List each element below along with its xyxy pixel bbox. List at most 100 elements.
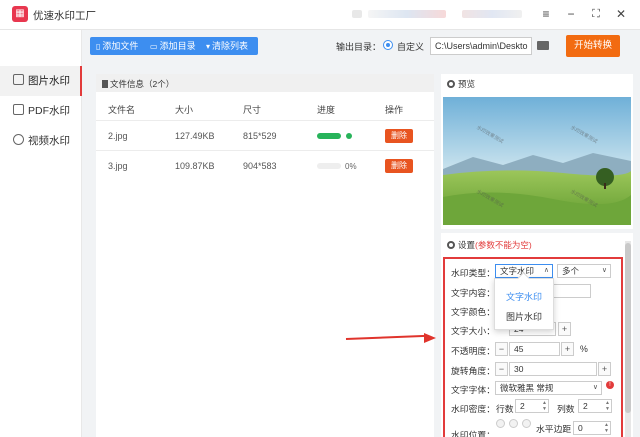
rotation-increase-button[interactable]: + [598, 362, 611, 376]
folder-icon: ▭ [150, 42, 158, 51]
maximize-icon[interactable]: ⛶ [587, 5, 605, 23]
blurred-banner [368, 10, 446, 18]
dropdown-option-image[interactable]: 图片水印 [495, 307, 553, 327]
file-dimensions: 815*529 [243, 131, 277, 141]
preview-image: 水印效果测试 水印效果测试 水印效果测试 水印效果测试 [443, 97, 631, 225]
file-icon: ▯ [96, 42, 101, 51]
density-label: 水印密度： [451, 404, 495, 414]
position-option[interactable] [522, 419, 531, 428]
watermark-type-label: 水印类型： [451, 268, 495, 278]
video-icon [13, 134, 24, 145]
settings-warning: (参数不能为空) [475, 240, 532, 250]
opacity-increase-button[interactable]: + [561, 342, 574, 356]
landscape-image [443, 97, 631, 225]
column-header: 操作 [385, 105, 404, 115]
preview-title: 预览 [458, 79, 476, 89]
text-content-input[interactable] [553, 284, 591, 298]
spinner-icon: ▲ ▼ [605, 400, 610, 412]
file-size: 127.49KB [175, 131, 215, 141]
add-directory-label: 添加目录 [159, 41, 196, 51]
add-file-label: 添加文件 [102, 41, 139, 51]
spinner-icon: ▲ ▼ [604, 422, 609, 434]
table-row[interactable]: 2.jpg 127.49KB 815*529 删除 [96, 120, 434, 150]
chevron-down-icon: ∨ [601, 267, 607, 274]
cols-label: 列数 [557, 404, 575, 414]
watermark-type-dropdown: 文字水印 图片水印 [494, 278, 554, 330]
rotation-decrease-button[interactable]: − [495, 362, 508, 376]
menu-icon[interactable]: ≡ [537, 5, 555, 23]
font-label: 文字字体： [451, 385, 495, 395]
gear-icon [447, 241, 455, 249]
spinner-icon: ▲ ▼ [542, 400, 547, 412]
delete-button[interactable]: 删除 [385, 129, 413, 143]
file-dimensions: 904*583 [243, 161, 277, 171]
margin-input[interactable]: 0 ▲ ▼ [573, 421, 611, 435]
position-option[interactable] [509, 419, 518, 428]
text-content-label: 文字内容： [451, 288, 495, 298]
app-title: 优速水印工厂 [33, 10, 96, 22]
size-increase-button[interactable]: + [558, 322, 571, 336]
chevron-up-icon: ∧ [543, 267, 549, 274]
rotation-label: 旋转角度： [451, 366, 495, 376]
app-logo-icon: ▦ [12, 6, 28, 22]
text-color-label: 文字颜色： [451, 307, 495, 317]
position-option[interactable] [496, 419, 505, 428]
close-icon[interactable]: ✕ [612, 5, 630, 23]
watermark-mode-select[interactable]: 多个 ∨ [557, 264, 611, 278]
rows-label: 行数 [496, 404, 514, 414]
annotation-arrow-head [424, 333, 436, 343]
file-size: 109.87KB [175, 161, 215, 171]
rotation-input[interactable]: 30 [509, 362, 597, 376]
settings-header: 设置(参数不能为空) [447, 239, 532, 251]
cols-input[interactable]: 2 ▲ ▼ [578, 399, 612, 413]
opacity-unit: % [580, 344, 588, 354]
dropdown-option-text[interactable]: 文字水印 [495, 287, 553, 307]
add-directory-button[interactable]: ▭ 添加目录 [150, 37, 196, 55]
minimize-icon[interactable]: − [562, 5, 580, 23]
opacity-label: 不透明度： [451, 346, 495, 356]
image-icon [13, 74, 24, 85]
custom-dir-label: 自定义 [397, 42, 425, 52]
info-icon[interactable]: ! [606, 381, 614, 389]
opacity-input[interactable]: 45 [509, 342, 560, 356]
trash-icon: ▾ [206, 42, 211, 51]
output-dir-label: 输出目录： [336, 42, 382, 52]
sidebar-item-image-watermark[interactable]: 图片水印 [0, 66, 82, 96]
font-value: 微软雅黑 常规 [500, 383, 554, 393]
custom-dir-radio[interactable] [383, 40, 393, 50]
font-select[interactable]: 微软雅黑 常规 ∨ [495, 381, 602, 395]
sidebar: 图片水印 PDF水印 视频水印 [0, 30, 82, 437]
title-bar: ▦ 优速水印工厂 ≡ − ⛶ ✕ [0, 0, 640, 30]
scrollbar-thumb[interactable] [625, 243, 631, 413]
sidebar-item-video-watermark[interactable]: 视频水印 [0, 126, 82, 156]
output-path-input[interactable]: C:\Users\admin\Deskto [430, 37, 532, 55]
toolbar: ▯ 添加文件 ▭ 添加目录 ▾ 清除列表 [90, 37, 258, 55]
progress-fill [317, 133, 341, 139]
watermark-mode-value: 多个 [562, 266, 580, 276]
add-file-button[interactable]: ▯ 添加文件 [96, 37, 138, 55]
delete-button[interactable]: 删除 [385, 159, 413, 173]
preview-header: 预览 [447, 78, 475, 90]
settings-scrollbar[interactable] [625, 241, 631, 437]
blurred-banner [462, 10, 522, 18]
chevron-down-icon: ∨ [592, 384, 598, 391]
pdf-icon [13, 104, 24, 115]
column-header: 大小 [175, 105, 194, 115]
clear-list-button[interactable]: ▾ 清除列表 [206, 37, 248, 55]
rows-input[interactable]: 2 ▲ ▼ [515, 399, 549, 413]
sidebar-item-label: 视频水印 [28, 135, 70, 147]
settings-title: 设置 [458, 240, 476, 250]
file-panel-title: 文件信息（2个） [110, 79, 175, 89]
browse-folder-icon[interactable] [537, 41, 549, 50]
sidebar-item-pdf-watermark[interactable]: PDF水印 [0, 96, 82, 126]
blurred-icon [352, 10, 362, 18]
start-convert-button[interactable]: 开始转换 [566, 35, 620, 57]
rows-value: 2 [520, 401, 525, 411]
opacity-decrease-button[interactable]: − [495, 342, 508, 356]
column-header: 文件名 [108, 105, 136, 115]
progress-text: 0% [345, 162, 357, 171]
progress-bar [317, 133, 341, 139]
table-row[interactable]: 3.jpg 109.87KB 904*583 0% 删除 [96, 150, 434, 180]
file-name: 2.jpg [108, 131, 128, 141]
file-name: 3.jpg [108, 161, 128, 171]
